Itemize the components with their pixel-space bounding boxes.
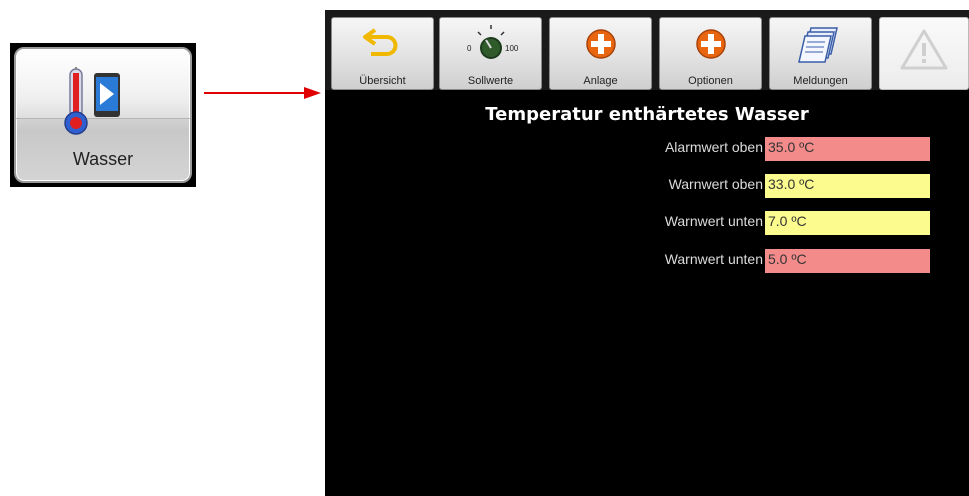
optionen-button[interactable]: Optionen xyxy=(659,17,762,90)
anlage-label: Anlage xyxy=(583,75,618,87)
meldungen-button[interactable]: Meldungen xyxy=(769,17,872,90)
dial-max-text: 100 xyxy=(505,44,519,53)
uebersicht-label: Übersicht xyxy=(359,75,406,87)
dial-icon: 0 100 xyxy=(467,25,519,59)
plus-circle-icon xyxy=(585,29,616,59)
setpoint-value-field[interactable]: 33.0 ºC xyxy=(765,174,930,198)
meldungen-label: Meldungen xyxy=(793,75,848,87)
setpoint-row-alarm-high: Alarmwert oben 35.0 ºC xyxy=(325,137,930,161)
uebersicht-button[interactable]: Übersicht xyxy=(331,17,434,90)
setpoint-value-field[interactable]: 5.0 ºC xyxy=(765,249,930,273)
setpoint-label: Warnwert unten xyxy=(664,251,763,267)
sollwerte-button[interactable]: 0 100 Sollwerte xyxy=(439,17,542,90)
wasser-label: Wasser xyxy=(72,149,134,169)
setpoint-row-warn-high: Warnwert oben 33.0 ºC xyxy=(325,174,930,198)
optionen-label: Optionen xyxy=(688,75,733,87)
page-title: Temperatur enthärtetes Wasser xyxy=(485,104,809,125)
setpoint-label: Warnwert oben xyxy=(668,176,763,192)
wasser-icon-card: Wasser xyxy=(10,43,196,187)
toolbar: Übersicht 0 100 Sollwerte Anlage Optione… xyxy=(325,10,969,90)
warning-triangle-icon xyxy=(900,29,948,70)
back-arrow-icon xyxy=(362,28,397,56)
pages-icon xyxy=(797,27,838,63)
red-arrow-icon xyxy=(204,87,321,99)
setpoint-value-field[interactable]: 35.0 ºC xyxy=(765,137,930,161)
anlage-button[interactable]: Anlage xyxy=(549,17,652,90)
setpoint-label: Alarmwert oben xyxy=(664,139,763,155)
plus-circle-icon xyxy=(695,29,726,59)
setpoint-label: Warnwert unten xyxy=(664,213,763,229)
sollwerte-label: Sollwerte xyxy=(467,75,514,87)
setpoint-row-warn-low: Warnwert unten 7.0 ºC xyxy=(325,211,930,235)
wasser-button[interactable]: Wasser xyxy=(14,47,192,183)
setpoint-row-alarm-low: Warnwert unten 5.0 ºC xyxy=(325,249,930,273)
dial-min-text: 0 xyxy=(467,44,472,53)
setpoint-value-field[interactable]: 7.0 ºC xyxy=(765,211,930,235)
hmi-screen: Übersicht 0 100 Sollwerte Anlage Optione… xyxy=(325,10,969,496)
warning-button[interactable] xyxy=(879,17,969,90)
thermometer-water-icon xyxy=(64,67,120,135)
